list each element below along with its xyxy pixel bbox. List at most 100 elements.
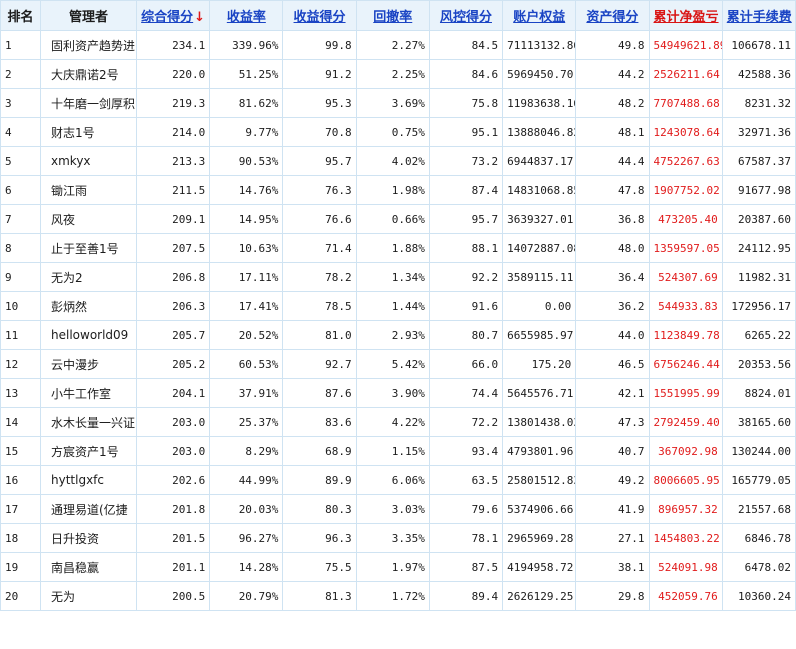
sort-link-total-score[interactable]: 综合得分↓ — [141, 6, 205, 25]
col-header-asset-score[interactable]: 资产得分 — [575, 0, 650, 31]
drawdown-cell: 3.69% — [355, 88, 430, 118]
risk-score-cell: 66.0 — [428, 349, 504, 379]
sort-link-return-score[interactable]: 收益得分 — [294, 10, 346, 25]
drawdown-cell: 2.27% — [355, 30, 430, 60]
asset-score-cell: 47.8 — [575, 175, 650, 205]
equity-cell: 13888046.82 — [502, 117, 577, 147]
drawdown-cell: 3.90% — [355, 378, 430, 408]
return-rate-cell: 60.53% — [209, 349, 284, 379]
total-score-cell: 204.1 — [135, 378, 211, 408]
return-score-cell: 78.2 — [282, 262, 357, 292]
drawdown-cell: 3.03% — [355, 494, 430, 524]
risk-score-cell: 78.1 — [428, 523, 504, 553]
rank-cell: 6 — [0, 175, 41, 205]
col-header-return-score[interactable]: 收益得分 — [282, 0, 357, 31]
header-link-label[interactable]: 综合得分 — [141, 10, 193, 25]
risk-score-cell: 84.5 — [428, 30, 504, 60]
drawdown-cell: 1.72% — [355, 581, 430, 611]
return-score-cell: 92.7 — [282, 349, 357, 379]
return-rate-cell: 339.96% — [209, 30, 284, 60]
equity-cell: 71113132.86 — [502, 30, 577, 60]
equity-cell: 14072887.08 — [502, 233, 577, 263]
cum-fee-cell: 91677.98 — [721, 175, 796, 205]
ranking-table: 排名 管理者 综合得分↓ 收益率 收益得分 回撤率 风控得分 账户权益 资产得分… — [0, 0, 796, 611]
cum-profit-cell: 1123849.78 — [648, 320, 723, 350]
cum-fee-cell: 172956.17 — [721, 291, 796, 321]
equity-cell: 3589115.11 — [502, 262, 577, 292]
equity-cell: 13801438.03 — [502, 407, 577, 437]
sort-link-risk-score[interactable]: 风控得分 — [440, 10, 492, 25]
manager-cell: 小牛工作室 — [40, 378, 137, 408]
drawdown-cell: 0.75% — [355, 117, 430, 147]
sort-link-cum-fee[interactable]: 累计手续费 — [727, 10, 792, 25]
cum-fee-cell: 6846.78 — [721, 523, 796, 553]
cum-profit-cell: 544933.83 — [648, 291, 723, 321]
return-rate-cell: 25.37% — [209, 407, 284, 437]
cum-fee-cell: 38165.60 — [721, 407, 796, 437]
return-rate-cell: 17.11% — [209, 262, 284, 292]
table-row: 19 南昌稳赢 201.1 14.28% 75.5 1.97% 87.5 4194958.72… — [0, 552, 796, 582]
sort-link-return-rate[interactable]: 收益率 — [227, 10, 266, 25]
manager-cell: xmkyx — [40, 146, 137, 176]
return-rate-cell: 14.95% — [209, 204, 284, 234]
risk-score-cell: 84.6 — [428, 59, 504, 89]
equity-cell: 175.20 — [502, 349, 577, 379]
rank-cell: 11 — [0, 320, 41, 350]
table-row: 9 无为2 206.8 17.11% 78.2 1.34% 92.2 3589115.11 36… — [0, 262, 796, 292]
col-header-return-rate[interactable]: 收益率 — [209, 0, 284, 31]
equity-cell: 0.00 — [502, 291, 577, 321]
return-score-cell: 95.7 — [282, 146, 357, 176]
return-rate-cell: 44.99% — [209, 465, 284, 495]
cum-profit-cell: 524091.98 — [648, 552, 723, 582]
table-row: 1 固利资产趋势进 234.1 339.96% 99.8 2.27% 84.5 7111313… — [0, 30, 796, 60]
cum-fee-cell: 21557.68 — [721, 494, 796, 524]
table-row: 15 方宸资产1号 203.0 8.29% 68.9 1.15% 93.4 4793801.9… — [0, 436, 796, 466]
cum-fee-cell: 24112.95 — [721, 233, 796, 263]
rank-cell: 7 — [0, 204, 41, 234]
table-row: 2 大庆鼎诺2号 220.0 51.25% 91.2 2.25% 84.6 5969450.7… — [0, 59, 796, 89]
equity-cell: 6655985.97 — [502, 320, 577, 350]
sort-link-drawdown[interactable]: 回撤率 — [373, 10, 412, 25]
col-header-cum-fee[interactable]: 累计手续费 — [721, 0, 796, 31]
rank-cell: 17 — [0, 494, 41, 524]
drawdown-cell: 1.34% — [355, 262, 430, 292]
asset-score-cell: 29.8 — [575, 581, 650, 611]
cum-fee-cell: 130244.00 — [721, 436, 796, 466]
cum-profit-cell: 4752267.63 — [648, 146, 723, 176]
return-score-cell: 70.8 — [282, 117, 357, 147]
cum-fee-cell: 165779.05 — [721, 465, 796, 495]
cum-fee-cell: 106678.11 — [721, 30, 796, 60]
col-header-risk-score[interactable]: 风控得分 — [428, 0, 504, 31]
return-score-cell: 71.4 — [282, 233, 357, 263]
table-body: 1 固利资产趋势进 234.1 339.96% 99.8 2.27% 84.5 7111313… — [0, 30, 796, 611]
col-header-cum-profit[interactable]: 累计净盈亏 — [648, 0, 723, 31]
risk-score-cell: 74.4 — [428, 378, 504, 408]
equity-cell: 4194958.72 — [502, 552, 577, 582]
col-header-total-score[interactable]: 综合得分↓ — [135, 0, 211, 31]
cum-profit-cell: 8006605.95 — [648, 465, 723, 495]
sort-link-cum-profit[interactable]: 累计净盈亏 — [654, 10, 719, 25]
asset-score-cell: 47.3 — [575, 407, 650, 437]
col-header-drawdown[interactable]: 回撤率 — [355, 0, 430, 31]
col-header-manager: 管理者 — [40, 0, 137, 31]
manager-cell: 大庆鼎诺2号 — [40, 59, 137, 89]
risk-score-cell: 75.8 — [428, 88, 504, 118]
col-header-equity[interactable]: 账户权益 — [502, 0, 577, 31]
total-score-cell: 207.5 — [135, 233, 211, 263]
return-rate-cell: 9.77% — [209, 117, 284, 147]
cum-fee-cell: 8824.01 — [721, 378, 796, 408]
cum-profit-cell: 6756246.44 — [648, 349, 723, 379]
risk-score-cell: 92.2 — [428, 262, 504, 292]
sort-link-equity[interactable]: 账户权益 — [513, 10, 565, 25]
equity-cell: 25801512.83 — [502, 465, 577, 495]
rank-cell: 18 — [0, 523, 41, 553]
risk-score-cell: 87.4 — [428, 175, 504, 205]
sort-link-asset-score[interactable]: 资产得分 — [586, 10, 638, 25]
cum-fee-cell: 42588.36 — [721, 59, 796, 89]
return-score-cell: 89.9 — [282, 465, 357, 495]
return-score-cell: 76.6 — [282, 204, 357, 234]
return-rate-cell: 8.29% — [209, 436, 284, 466]
return-score-cell: 78.5 — [282, 291, 357, 321]
return-score-cell: 96.3 — [282, 523, 357, 553]
rank-cell: 8 — [0, 233, 41, 263]
